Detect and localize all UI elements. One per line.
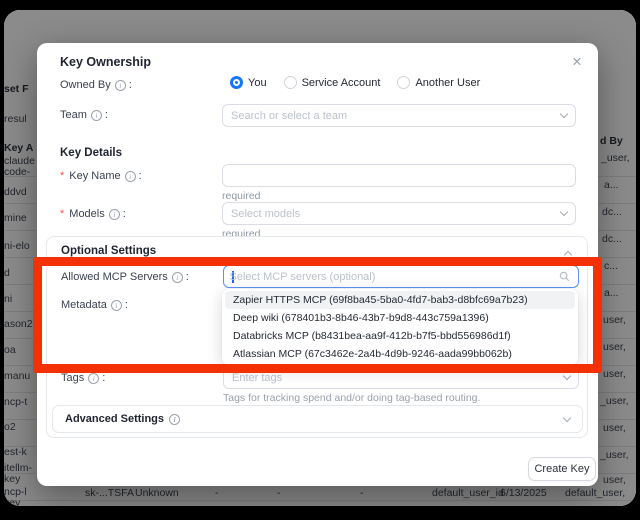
chevron-down-icon [560, 110, 568, 118]
tags-input[interactable]: Enter tags [223, 366, 579, 389]
owned-by-label: Owned By [60, 79, 132, 91]
owned-by-radio-option[interactable]: Another User [397, 76, 480, 89]
mcp-servers-placeholder: Select MCP servers (optional) [230, 271, 560, 283]
team-placeholder: Search or select a team [231, 110, 561, 122]
search-icon [559, 271, 570, 282]
radio-label: You [248, 77, 267, 89]
radio-icon [230, 76, 243, 89]
radio-label: Service Account [302, 77, 381, 89]
mcp-servers-search-input[interactable]: Select MCP servers (optional) [223, 265, 579, 288]
radio-icon [284, 76, 297, 89]
team-select[interactable]: Search or select a team [222, 104, 576, 127]
tags-label: Tags [61, 372, 105, 384]
key-details-heading: Key Details [60, 147, 122, 159]
models-select[interactable]: Select models [222, 202, 576, 225]
mcp-server-option[interactable]: Databricks MCP (b8431bea-aa9f-412b-b7f5-… [225, 327, 575, 345]
mcp-server-option[interactable]: Zapier HTTPS MCP (69f8ba45-5ba0-4fd7-bab… [225, 291, 575, 309]
mcp-server-option[interactable]: Atlassian MCP (67c3462e-2a4b-4d9b-9246-a… [225, 345, 575, 363]
chevron-up-icon[interactable] [564, 251, 572, 259]
chevron-down-icon [560, 208, 568, 216]
app-window: set FresulKey Aclaudecode-ddvdmineni-elo… [4, 10, 636, 506]
info-icon [109, 209, 120, 220]
mcp-servers-dropdown: Zapier HTTPS MCP (69f8ba45-5ba0-4fd7-bab… [222, 289, 578, 365]
chevron-down-icon [563, 372, 571, 380]
tags-placeholder: Enter tags [232, 372, 564, 384]
advanced-settings-heading: Advanced Settings [65, 413, 180, 425]
info-icon [169, 414, 180, 425]
team-label: Team [60, 109, 108, 121]
tags-helper-text: Tags for tracking spend and/or doing tag… [223, 392, 480, 404]
chevron-down-icon [563, 413, 571, 421]
key-name-label: Key Name [60, 170, 142, 182]
info-icon [111, 300, 122, 311]
owned-by-radio-option[interactable]: You [230, 76, 267, 89]
key-ownership-modal: Key Ownership ✕ Owned By You Service Acc… [37, 43, 598, 486]
modal-title: Key Ownership [60, 55, 151, 69]
models-placeholder: Select models [231, 208, 561, 220]
create-key-button[interactable]: Create Key [528, 457, 596, 481]
metadata-label: Metadata [61, 299, 128, 311]
key-name-input[interactable] [222, 164, 576, 187]
advanced-settings-toggle[interactable]: Advanced Settings [52, 405, 583, 433]
models-label: Models [60, 208, 126, 220]
info-icon [88, 373, 99, 384]
optional-settings-heading[interactable]: Optional Settings [61, 245, 156, 257]
owned-by-radio-group: You Service Account Another User [230, 76, 480, 89]
close-icon[interactable]: ✕ [568, 52, 586, 70]
key-name-required-note: required [222, 190, 261, 202]
radio-label: Another User [415, 77, 480, 89]
radio-icon [397, 76, 410, 89]
owned-by-radio-option[interactable]: Service Account [284, 76, 381, 89]
info-icon [125, 171, 136, 182]
info-icon [172, 272, 183, 283]
info-icon [115, 80, 126, 91]
mcp-servers-label: Allowed MCP Servers [61, 271, 189, 283]
mcp-server-option[interactable]: Deep wiki (678401b3-8b46-43b7-b9d8-443c7… [225, 309, 575, 327]
info-icon [91, 110, 102, 121]
